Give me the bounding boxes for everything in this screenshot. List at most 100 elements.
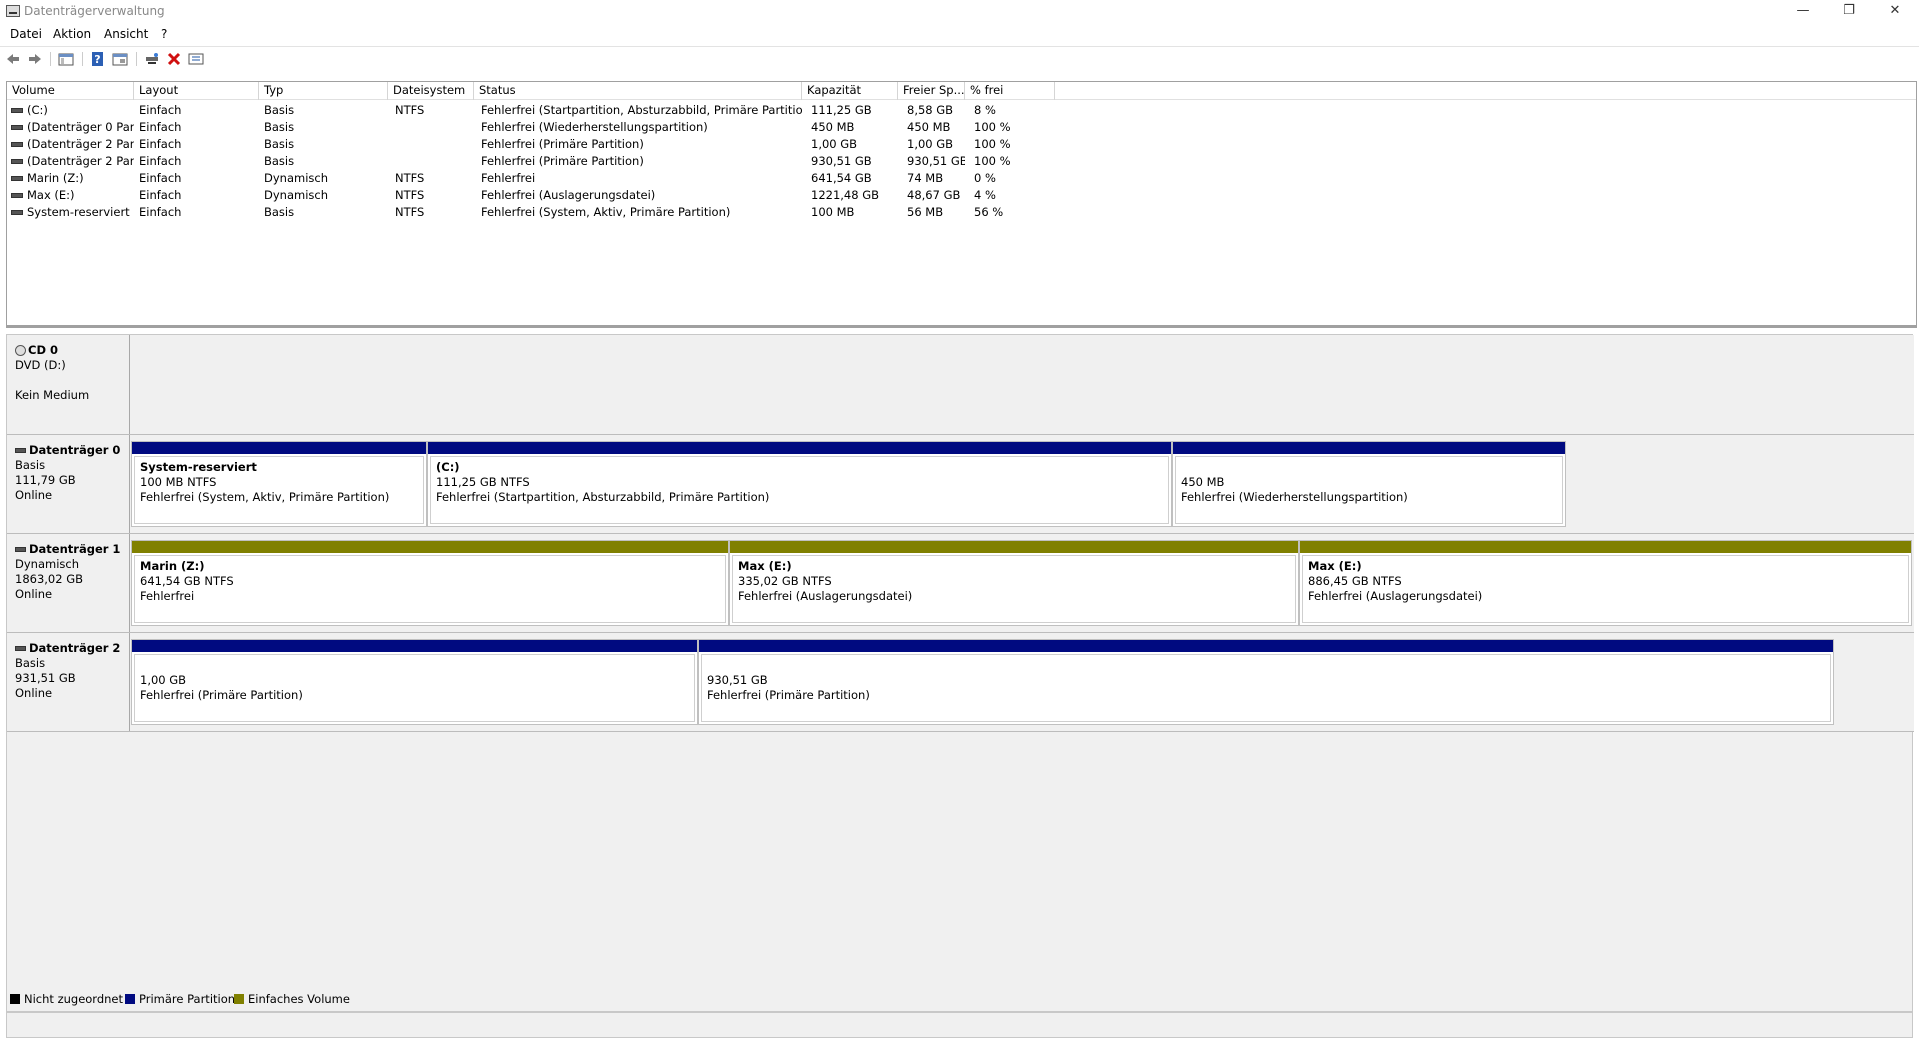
partition-max-e-part2[interactable]: Max (E:) 886,45 GB NTFS Fehlerfrei (Ausl… (1299, 540, 1912, 626)
properties-icon[interactable] (112, 51, 128, 67)
partition-size: 111,25 GB NTFS (436, 475, 530, 489)
disk-row-cd0[interactable]: CD 0 DVD (D:) Kein Medium (7, 335, 1914, 435)
table-row[interactable]: (Datenträger 2 Par... Einfach Basis Fehl… (7, 153, 1916, 170)
table-row[interactable]: System-reserviert Einfach Basis NTFS Feh… (7, 204, 1916, 221)
volume-icon (11, 125, 23, 130)
toolbar-separator (50, 52, 51, 66)
volume-icon (11, 210, 23, 215)
disk-row-disk1[interactable]: Datenträger 1 Dynamisch 1863,02 GB Onlin… (7, 534, 1914, 633)
cell-volume: System-reserviert (27, 205, 130, 219)
settings-icon[interactable] (188, 51, 204, 67)
partition-status: Fehlerfrei (Auslagerungsdatei) (738, 589, 913, 603)
cell-kapazitaet: 1221,48 GB (811, 188, 880, 202)
hard-disk-icon (15, 646, 26, 651)
cell-volume: (Datenträger 2 Par... (27, 137, 134, 151)
cell-volume: (Datenträger 2 Par... (27, 154, 134, 168)
disk-state: Online (15, 587, 53, 601)
partition-status: Fehlerfrei (Primäre Partition) (707, 688, 870, 702)
cell-kapazitaet: 930,51 GB (811, 154, 872, 168)
cell-freier-speicher: 48,67 GB (907, 188, 961, 202)
partition-status: Fehlerfrei (System, Aktiv, Primäre Parti… (140, 490, 390, 504)
menu-datei[interactable]: Datei (10, 27, 42, 41)
disk-name: Datenträger 2 (29, 641, 121, 655)
table-row[interactable]: (C:) Einfach Basis NTFS Fehlerfrei (Star… (7, 102, 1916, 119)
table-row[interactable]: Marin (Z:) Einfach Dynamisch NTFS Fehler… (7, 170, 1916, 187)
partition-c[interactable]: (C:) 111,25 GB NTFS Fehlerfrei (Startpar… (427, 441, 1172, 527)
hard-disk-icon (15, 547, 26, 552)
close-button[interactable]: ✕ (1872, 0, 1918, 24)
volume-icon (11, 176, 23, 181)
cell-dateisystem (395, 136, 474, 153)
legend-swatch (125, 994, 135, 1004)
volume-icon (11, 159, 23, 164)
menu-ansicht[interactable]: Ansicht (104, 27, 148, 41)
connect-icon[interactable] (144, 51, 160, 67)
cell-freier-speicher: 56 MB (907, 205, 944, 219)
menu-aktion[interactable]: Aktion (53, 27, 91, 41)
forward-icon[interactable] (27, 51, 43, 67)
help-icon[interactable]: ? (90, 51, 106, 67)
partition-recovery[interactable]: 450 MB Fehlerfrei (Wiederherstellungspar… (1172, 441, 1566, 527)
minimize-button[interactable]: — (1780, 0, 1826, 24)
table-row[interactable]: (Datenträger 2 Par... Einfach Basis Fehl… (7, 136, 1916, 153)
status-bar (6, 1012, 1913, 1038)
cell-volume: (Datenträger 0 Par... (27, 120, 134, 134)
partition-system-reserviert[interactable]: System-reserviert 100 MB NTFS Fehlerfrei… (131, 441, 427, 527)
cell-prozent-frei: 56 % (974, 205, 1004, 219)
title-bar: Datenträgerverwaltung — ❐ ✕ (0, 0, 1919, 24)
cell-typ: Basis (264, 137, 295, 151)
disk-graphical-view: CD 0 DVD (D:) Kein Medium Datenträger 0 … (6, 334, 1914, 1012)
delete-icon[interactable] (166, 51, 182, 67)
partition-name: Max (E:) (738, 559, 792, 573)
cell-kapazitaet: 100 MB (811, 205, 855, 219)
menu-help[interactable]: ? (161, 27, 167, 41)
cell-freier-speicher: 450 MB (907, 120, 951, 134)
partition-disk2-part2[interactable]: 930,51 GB Fehlerfrei (Primäre Partition) (698, 639, 1834, 725)
restore-button[interactable]: ❐ (1826, 0, 1872, 24)
cell-kapazitaet: 450 MB (811, 120, 855, 134)
partition-name (707, 658, 1830, 673)
disk-label-disk1[interactable]: Datenträger 1 Dynamisch 1863,02 GB Onlin… (7, 534, 130, 632)
partition-disk2-part1[interactable]: 1,00 GB Fehlerfrei (Primäre Partition) (131, 639, 698, 725)
disk-row-disk2[interactable]: Datenträger 2 Basis 931,51 GB Online 1,0… (7, 633, 1914, 732)
cell-dateisystem (395, 119, 474, 136)
back-icon[interactable] (5, 51, 21, 67)
disk-label-cd0[interactable]: CD 0 DVD (D:) Kein Medium (7, 335, 130, 434)
cell-typ: Basis (264, 120, 295, 134)
show-hide-console-tree-icon[interactable] (58, 51, 74, 67)
col-volume[interactable]: Volume (7, 82, 134, 100)
cell-typ: Basis (264, 205, 295, 219)
table-row[interactable]: Max (E:) Einfach Dynamisch NTFS Fehlerfr… (7, 187, 1916, 204)
table-row[interactable]: (Datenträger 0 Par... Einfach Basis Fehl… (7, 119, 1916, 136)
cell-layout: Einfach (139, 188, 182, 202)
col-dateisystem[interactable]: Dateisystem (388, 82, 474, 100)
col-freier-speicher[interactable]: Freier Sp... (898, 82, 965, 100)
disk-label-disk2[interactable]: Datenträger 2 Basis 931,51 GB Online (7, 633, 130, 731)
disk-row-disk0[interactable]: Datenträger 0 Basis 111,79 GB Online Sys… (7, 435, 1914, 534)
partition-marin-z[interactable]: Marin (Z:) 641,54 GB NTFS Fehlerfrei (131, 540, 729, 626)
cell-prozent-frei: 100 % (974, 154, 1011, 168)
cell-status: Fehlerfrei (Startpartition, Absturzabbil… (481, 103, 802, 117)
col-layout[interactable]: Layout (134, 82, 259, 100)
col-typ[interactable]: Typ (259, 82, 388, 100)
legend-swatch (10, 994, 20, 1004)
disk-type: Basis (15, 656, 46, 670)
cell-freier-speicher: 1,00 GB (907, 137, 954, 151)
toolbar-separator (136, 52, 137, 66)
toolbar: ? (0, 46, 1919, 70)
cell-volume: Marin (Z:) (27, 171, 84, 185)
col-kapazitaet[interactable]: Kapazität (802, 82, 898, 100)
disk-management-app-icon (6, 5, 20, 17)
disk-state: Online (15, 488, 53, 502)
partition-bar (730, 541, 1298, 553)
window-title: Datenträgerverwaltung (24, 4, 165, 18)
partition-max-e-part1[interactable]: Max (E:) 335,02 GB NTFS Fehlerfrei (Ausl… (729, 540, 1299, 626)
disk-label-disk0[interactable]: Datenträger 0 Basis 111,79 GB Online (7, 435, 130, 533)
cell-dateisystem: NTFS (395, 188, 425, 202)
cell-kapazitaet: 641,54 GB (811, 171, 872, 185)
cell-typ: Dynamisch (264, 171, 328, 185)
col-status[interactable]: Status (474, 82, 802, 100)
col-prozent-frei[interactable]: % frei (965, 82, 1055, 100)
cell-status: Fehlerfrei (System, Aktiv, Primäre Parti… (481, 205, 731, 219)
disk-state: Online (15, 686, 53, 700)
